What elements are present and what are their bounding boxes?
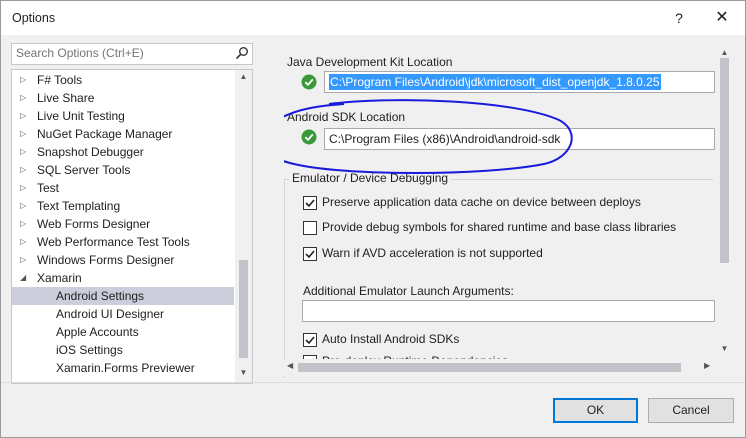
sdk-path-text: C:\Program Files (x86)\Android\android-s… — [329, 132, 561, 146]
tree-item[interactable]: ▷ Live Share — [12, 89, 234, 107]
expand-arrow-icon[interactable]: ▷ — [20, 161, 30, 179]
tree-item-label: Android Settings — [56, 289, 145, 303]
tree-item-label: Xamarin.Forms Previewer — [56, 361, 195, 375]
settings-hscroll-thumb[interactable] — [298, 363, 681, 372]
emulator-group-title: Emulator / Device Debugging — [289, 171, 452, 185]
tree-item[interactable]: ▷ SQL Server Tools — [12, 161, 234, 179]
tree-scroll-thumb[interactable] — [239, 260, 248, 358]
collapse-arrow-icon[interactable]: ◢ — [20, 269, 30, 287]
options-tree[interactable]: Xamarin.Forms Previewer iOS Settings Apple… — [11, 69, 253, 384]
settings-scrollbar[interactable]: ▲ ▼ — [716, 46, 733, 359]
tree-item-label: Snapshot Debugger — [37, 145, 144, 159]
debug-symbols-checkbox[interactable] — [303, 221, 317, 235]
title-bar: Options ? ✕ — [1, 1, 745, 35]
checkmark-icon — [305, 199, 315, 208]
tree-item-label: SQL Server Tools — [37, 163, 131, 177]
auto-install-checkbox[interactable] — [303, 333, 317, 347]
tree-item-label: Live Share — [37, 91, 95, 105]
valid-check-icon — [301, 129, 317, 145]
expand-arrow-icon[interactable]: ▷ — [20, 143, 30, 161]
emulator-group: Emulator / Device Debugging Preserve app… — [284, 171, 715, 378]
expand-arrow-icon[interactable]: ▷ — [20, 71, 30, 89]
tree-item[interactable]: iOS Settings — [12, 341, 234, 359]
expand-arrow-icon[interactable]: ▷ — [20, 251, 30, 269]
search-icon[interactable] — [235, 46, 249, 60]
tree-item-label: F# Tools — [37, 73, 83, 87]
expand-arrow-icon[interactable]: ▷ — [20, 233, 30, 251]
warn-avd-checkbox[interactable] — [303, 247, 317, 261]
cancel-button[interactable]: Cancel — [648, 398, 734, 423]
tree-item-label: Test — [37, 181, 60, 195]
tree-item-label: Web Forms Designer — [37, 217, 151, 231]
tree-item-label: Live Unit Testing — [37, 109, 125, 123]
valid-check-icon — [301, 74, 317, 90]
expand-arrow-icon[interactable]: ▷ — [20, 179, 30, 197]
launch-args-label: Additional Emulator Launch Arguments: — [303, 284, 514, 298]
tree-item-label: Android UI Designer — [56, 307, 165, 321]
expand-arrow-icon[interactable]: ▷ — [20, 107, 30, 125]
tree-item[interactable]: ▷ Live Unit Testing — [12, 107, 234, 125]
scroll-up-arrow-icon[interactable]: ▲ — [238, 72, 249, 81]
checkmark-icon — [305, 336, 315, 345]
settings-scroll-thumb[interactable] — [720, 58, 729, 263]
tree-item[interactable]: ◢ Xamarin — [12, 269, 234, 287]
expand-arrow-icon[interactable]: ▷ — [20, 215, 30, 233]
ok-button[interactable]: OK — [553, 398, 638, 423]
tree-item[interactable]: ▷ Test — [12, 179, 234, 197]
search-box[interactable] — [11, 43, 253, 65]
scroll-up-arrow-icon[interactable]: ▲ — [719, 48, 730, 57]
sdk-label: Android SDK Location — [287, 110, 406, 124]
scroll-left-arrow-icon[interactable]: ◀ — [287, 361, 293, 370]
auto-install-label: Auto Install Android SDKs — [322, 332, 460, 346]
launch-args-input[interactable] — [302, 300, 715, 322]
preserve-cache-label: Preserve application data cache on devic… — [322, 195, 641, 209]
window-title: Options — [12, 11, 56, 25]
scroll-right-arrow-icon[interactable]: ▶ — [704, 361, 710, 370]
settings-panel: Java Development Kit Location C:\Program… — [284, 46, 732, 378]
tree-item-label: Xamarin — [37, 271, 82, 285]
footer-divider — [1, 382, 745, 383]
tree-item-label: iOS Settings — [56, 343, 123, 357]
jdk-label: Java Development Kit Location — [287, 55, 453, 69]
jdk-path-field[interactable]: C:\Program Files\Android\jdk\microsoft_d… — [324, 71, 715, 93]
tree-item[interactable]: ▷ Windows Forms Designer — [12, 251, 234, 269]
tree-item[interactable]: Android Settings — [12, 287, 234, 305]
scroll-down-arrow-icon[interactable]: ▼ — [719, 344, 730, 353]
tree-item[interactable]: ▷ Web Forms Designer — [12, 215, 234, 233]
expand-arrow-icon[interactable]: ▷ — [20, 125, 30, 143]
tree-item[interactable]: ▷ Web Performance Test Tools — [12, 233, 234, 251]
tree-item[interactable]: Xamarin.Forms Previewer — [12, 359, 234, 377]
tree-item-label: Text Templating — [37, 199, 121, 213]
scroll-down-arrow-icon[interactable]: ▼ — [238, 368, 249, 377]
tree-scrollbar[interactable]: ▲ ▼ — [235, 70, 252, 383]
jdk-path-text: C:\Program Files\Android\jdk\microsoft_d… — [329, 74, 661, 90]
tree-item[interactable]: Apple Accounts — [12, 323, 234, 341]
tree-item[interactable]: ▷ Text Templating — [12, 197, 234, 215]
help-button[interactable]: ? — [667, 6, 691, 30]
settings-hscrollbar[interactable]: ◀ ▶ — [284, 359, 716, 376]
tree-item[interactable]: Android UI Designer — [12, 305, 234, 323]
preserve-cache-checkbox[interactable] — [303, 196, 317, 210]
tree-item-label: NuGet Package Manager — [37, 127, 173, 141]
sdk-path-field[interactable]: C:\Program Files (x86)\Android\android-s… — [324, 128, 715, 150]
tree-item-label: Apple Accounts — [56, 325, 139, 339]
tree-item-label: Windows Forms Designer — [37, 253, 175, 267]
tree-item[interactable]: ▷ NuGet Package Manager — [12, 125, 234, 143]
options-dialog: Options ? ✕ Xamarin.Forms Previewer iOS S… — [0, 0, 746, 438]
tree-item[interactable]: ▷ F# Tools — [12, 71, 234, 89]
warn-avd-label: Warn if AVD acceleration is not supporte… — [322, 246, 543, 260]
checkmark-icon — [305, 250, 315, 259]
expand-arrow-icon[interactable]: ▷ — [20, 89, 30, 107]
tree-item-label: Web Performance Test Tools — [37, 235, 190, 249]
close-button[interactable]: ✕ — [710, 6, 734, 30]
debug-symbols-label: Provide debug symbols for shared runtime… — [322, 220, 677, 234]
search-input[interactable] — [12, 44, 226, 62]
expand-arrow-icon[interactable]: ▷ — [20, 197, 30, 215]
tree-item[interactable]: ▷ Snapshot Debugger — [12, 143, 234, 161]
